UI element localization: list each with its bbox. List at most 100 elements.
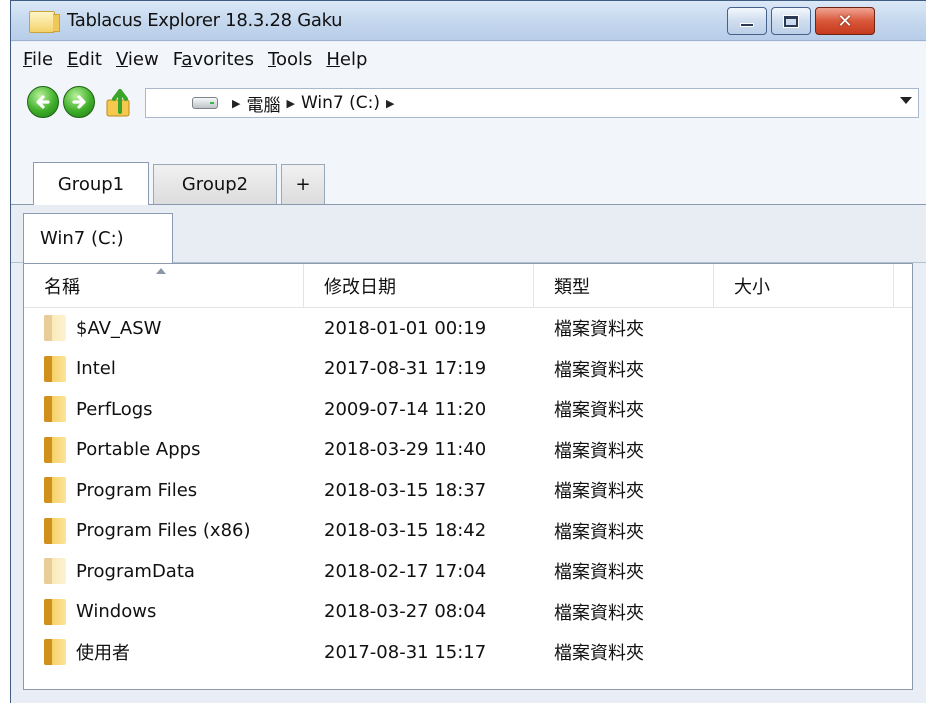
folder-icon: [44, 396, 66, 423]
column-type-label: 類型: [554, 277, 590, 298]
maximize-icon: [784, 15, 798, 27]
table-row[interactable]: Portable Apps 2018-03-29 11:40 檔案資料夾: [24, 430, 912, 471]
column-header-name[interactable]: 名稱: [24, 264, 304, 308]
minimize-icon: [740, 23, 754, 27]
file-name: PerfLogs: [76, 398, 153, 420]
table-row[interactable]: PerfLogs 2009-07-14 11:20 檔案資料夾: [24, 389, 912, 430]
folder-icon: [44, 355, 66, 382]
menu-view[interactable]: View: [116, 49, 159, 70]
folder-icon: [44, 477, 66, 504]
breadcrumb-separator-icon[interactable]: ▶: [286, 97, 294, 110]
file-name-cell[interactable]: Intel: [24, 355, 304, 382]
file-type-cell: 檔案資料夾: [554, 319, 644, 341]
modified-date-cell: 2017-08-31 15:17: [324, 641, 487, 663]
file-type-cell: 檔案資料夾: [554, 481, 644, 503]
add-group-tab-button[interactable]: +: [281, 164, 325, 204]
file-list[interactable]: 名稱 修改日期 類型 大小 $AV_ASW 2018-01-01 00:19 檔案資…: [23, 263, 913, 690]
modified-date-cell: 2018-03-29 11:40: [324, 439, 487, 461]
folder-icon: [44, 639, 66, 666]
file-name: ProgramData: [76, 560, 195, 582]
column-header-size[interactable]: 大小: [714, 264, 894, 308]
window-title: Tablacus Explorer 18.3.28 Gaku: [67, 10, 343, 31]
close-icon: ✕: [837, 10, 853, 32]
breadcrumb-separator-icon[interactable]: ▶: [232, 97, 240, 110]
column-header-date[interactable]: 修改日期: [304, 264, 534, 308]
folder-icon: [44, 558, 66, 585]
menu-file[interactable]: File: [23, 49, 53, 70]
toolbar: ▶ 電腦 ▶ Win7 (C:) ▶: [11, 76, 926, 132]
file-name: Intel: [76, 358, 116, 380]
file-name: 使用者: [76, 643, 130, 665]
back-button[interactable]: [27, 86, 59, 118]
column-name-label: 名稱: [44, 277, 80, 298]
table-row[interactable]: 使用者 2017-08-31 15:17 檔案資料夾: [24, 632, 912, 673]
table-row[interactable]: Program Files (x86) 2018-03-15 18:42 檔案資料夾: [24, 511, 912, 552]
modified-date-cell: 2018-03-15 18:37: [324, 479, 487, 501]
menu-tools[interactable]: Tools: [268, 49, 312, 70]
file-name: Windows: [76, 601, 157, 623]
explorer-window: Tablacus Explorer 18.3.28 Gaku ✕ File Edi…: [10, 0, 926, 703]
column-header-type[interactable]: 類型: [534, 264, 714, 308]
modified-date-cell: 2018-02-17 17:04: [324, 560, 487, 582]
close-button[interactable]: ✕: [815, 7, 875, 35]
table-row[interactable]: Windows 2018-03-27 08:04 檔案資料夾: [24, 592, 912, 633]
file-name-cell[interactable]: 使用者: [24, 639, 304, 666]
file-name-cell[interactable]: ProgramData: [24, 558, 304, 585]
group-tab-bar: Group2 + Group1: [11, 132, 926, 214]
breadcrumb-separator-icon[interactable]: ▶: [386, 97, 394, 110]
folder-icon: [44, 598, 66, 625]
table-row[interactable]: ProgramData 2018-02-17 17:04 檔案資料夾: [24, 551, 912, 592]
file-name-cell[interactable]: Portable Apps: [24, 436, 304, 463]
modified-date-cell: 2017-08-31 17:19: [324, 358, 487, 380]
minimize-button[interactable]: [727, 7, 767, 35]
file-name-cell[interactable]: Program Files: [24, 477, 304, 504]
column-size-label: 大小: [734, 277, 770, 298]
file-name: Program Files: [76, 479, 198, 501]
folder-icon: [44, 517, 66, 544]
modified-date-cell: 2018-01-01 00:19: [324, 317, 487, 339]
column-date-label: 修改日期: [324, 277, 396, 298]
file-type-cell: 檔案資料夾: [554, 643, 644, 665]
arrow-right-icon: [72, 95, 86, 109]
breadcrumb-computer[interactable]: 電腦: [246, 91, 280, 116]
file-name: Portable Apps: [76, 439, 201, 461]
folder-icon: [44, 436, 66, 463]
file-name-cell[interactable]: Program Files (x86): [24, 517, 304, 544]
menu-favorites[interactable]: Favorites: [173, 49, 254, 70]
file-name-cell[interactable]: PerfLogs: [24, 396, 304, 423]
drive-icon: [192, 97, 218, 109]
title-bar[interactable]: Tablacus Explorer 18.3.28 Gaku ✕: [11, 1, 926, 41]
file-name-cell[interactable]: $AV_ASW: [24, 315, 304, 342]
tab-group2[interactable]: Group2: [153, 164, 277, 204]
modified-date-cell: 2009-07-14 11:20: [324, 398, 487, 420]
sort-ascending-icon: [156, 268, 166, 274]
address-bar[interactable]: ▶ 電腦 ▶ Win7 (C:) ▶: [145, 88, 919, 118]
table-row[interactable]: Program Files 2018-03-15 18:37 檔案資料夾: [24, 470, 912, 511]
arrow-left-icon: [36, 95, 50, 109]
folder-tab-bar: Win7 (C:): [11, 205, 926, 263]
file-type-cell: 檔案資料夾: [554, 400, 644, 422]
modified-date-cell: 2018-03-27 08:04: [324, 601, 487, 623]
tab-group1[interactable]: Group1: [33, 162, 149, 206]
file-rows: $AV_ASW 2018-01-01 00:19 檔案資料夾 Intel 2017-08…: [24, 308, 912, 673]
address-dropdown-icon[interactable]: [900, 97, 912, 104]
list-header: 名稱 修改日期 類型 大小: [24, 264, 912, 308]
file-type-cell: 檔案資料夾: [554, 359, 644, 381]
file-type-cell: 檔案資料夾: [554, 602, 644, 624]
file-name-cell[interactable]: Windows: [24, 598, 304, 625]
folder-tab-win7[interactable]: Win7 (C:): [23, 213, 173, 263]
breadcrumb-drive[interactable]: Win7 (C:): [301, 93, 380, 113]
folder-icon: [44, 315, 66, 342]
up-folder-button[interactable]: [105, 86, 135, 118]
modified-date-cell: 2018-03-15 18:42: [324, 520, 487, 542]
table-row[interactable]: $AV_ASW 2018-01-01 00:19 檔案資料夾: [24, 308, 912, 349]
file-name: Program Files (x86): [76, 520, 251, 542]
menu-bar: File Edit View Favorites Tools Help: [11, 42, 926, 76]
forward-button[interactable]: [63, 86, 95, 118]
maximize-button[interactable]: [771, 7, 811, 35]
menu-help[interactable]: Help: [326, 49, 367, 70]
app-folder-icon: [29, 11, 60, 33]
table-row[interactable]: Intel 2017-08-31 17:19 檔案資料夾: [24, 349, 912, 390]
menu-edit[interactable]: Edit: [67, 49, 102, 70]
file-type-cell: 檔案資料夾: [554, 521, 644, 543]
